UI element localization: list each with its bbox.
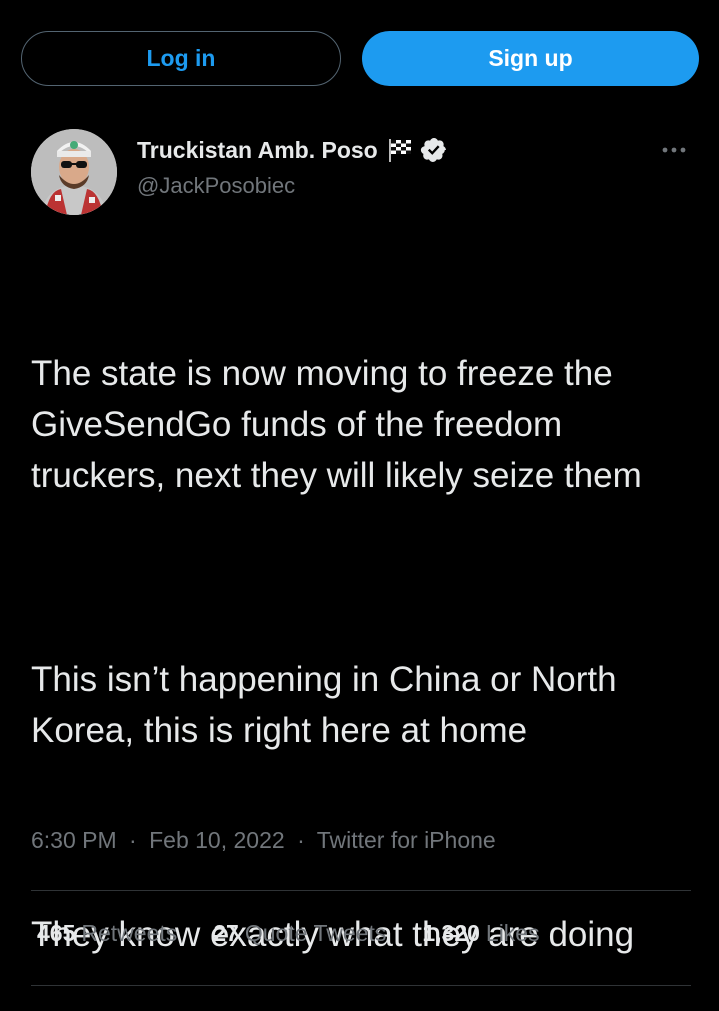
log-in-button[interactable]: Log in xyxy=(21,31,341,86)
tweet-metadata: 6:30 PM · Feb 10, 2022 · Twitter for iPh… xyxy=(31,827,496,854)
author-row: Truckistan Amb. Poso xyxy=(137,136,448,164)
tweet-date[interactable]: Feb 10, 2022 xyxy=(149,827,285,853)
tweet-paragraph: The state is now moving to freeze the Gi… xyxy=(31,354,642,495)
tweet-paragraph: This isn’t happening in China or North K… xyxy=(31,660,627,750)
quote-tweets-count: 27 xyxy=(213,920,239,946)
likes-stat[interactable]: 1,320 Likes xyxy=(422,920,539,947)
tweet-time[interactable]: 6:30 PM xyxy=(31,827,117,853)
avatar[interactable] xyxy=(31,129,117,215)
tweet-text: The state is now moving to freeze the Gi… xyxy=(31,246,691,1011)
retweets-stat[interactable]: 465 Retweets xyxy=(37,920,177,947)
top-bar: Log in Sign up xyxy=(0,0,719,118)
meta-separator: · xyxy=(129,827,137,853)
meta-separator: · xyxy=(297,827,305,853)
engagement-stats: 465 Retweets 27 Quote Tweets 1,320 Likes xyxy=(37,920,576,947)
author-handle[interactable]: @JackPosobiec xyxy=(137,173,295,199)
checkered-flag-icon xyxy=(387,137,414,163)
likes-label: Likes xyxy=(485,920,540,946)
likes-count: 1,320 xyxy=(422,920,480,946)
quote-tweets-label: Quote Tweets xyxy=(244,920,387,946)
retweets-label: Retweets xyxy=(81,920,178,946)
tweet-source[interactable]: Twitter for iPhone xyxy=(317,827,496,853)
verified-badge-icon xyxy=(420,136,448,164)
more-options-icon[interactable] xyxy=(659,142,689,158)
author-name[interactable]: Truckistan Amb. Poso xyxy=(137,137,378,164)
quote-tweets-stat[interactable]: 27 Quote Tweets xyxy=(213,920,386,947)
divider xyxy=(31,890,691,891)
retweets-count: 465 xyxy=(37,920,76,946)
divider xyxy=(31,985,691,986)
sign-up-button[interactable]: Sign up xyxy=(362,31,699,86)
